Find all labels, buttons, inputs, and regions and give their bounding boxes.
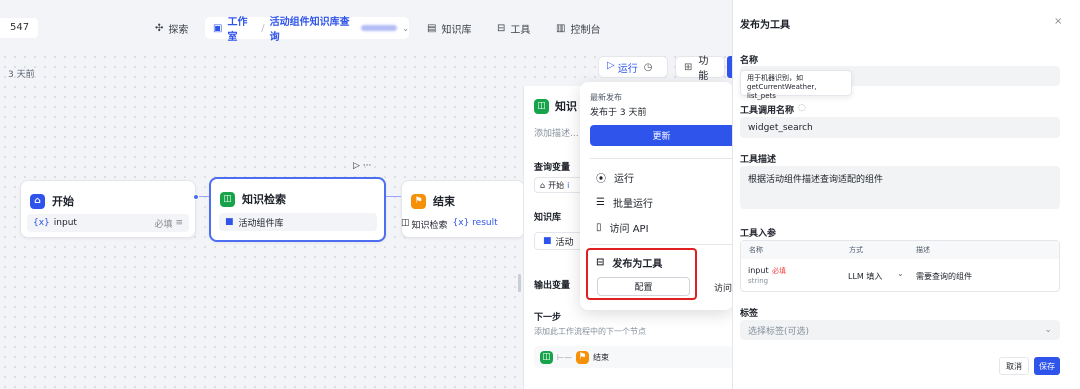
nav-console[interactable]: ▥ 控制台 — [556, 21, 600, 36]
call-name-label: 工具调用名称 ◌ — [740, 103, 806, 116]
play-circle-icon: ⦿ — [596, 173, 606, 185]
studio-icon: ▣ — [213, 22, 223, 34]
chevron-down-icon: ⌄ — [1044, 325, 1052, 335]
knowledge-retrieval-node[interactable]: ◫ 知识检索 ■ 活动组件库 — [209, 177, 386, 242]
document-icon: ▯ — [596, 221, 602, 233]
book-icon: ▤ — [427, 23, 437, 34]
name-tooltip: 用于机器识别，如 getCurrentWeather, list_pets — [740, 70, 852, 100]
table-row: input 必填 string LLM 填入 ⌄ 需要查询的组件 — [748, 266, 972, 285]
app-name: 活动组件知识库查询 — [269, 17, 350, 43]
method-select[interactable]: LLM 填入 — [848, 271, 882, 282]
last-updated: 3 天前 — [8, 70, 35, 80]
close-icon[interactable]: × — [1054, 16, 1062, 27]
menu-lines-icon: ≡ — [175, 218, 183, 228]
chevron-down-icon[interactable]: ⌄ — [897, 269, 904, 278]
list-icon: ☰ — [596, 196, 605, 208]
edge-kr-end — [386, 196, 401, 197]
menu-run[interactable]: ⦿ 运行 — [580, 165, 733, 189]
run-toolbar: ▷ 运行 ◷ — [598, 56, 668, 78]
resize-handle[interactable] — [518, 274, 521, 292]
console-icon: ▥ — [556, 23, 566, 34]
description-textarea[interactable]: 根据活动组件描述查询适配的组件 — [740, 166, 1060, 209]
book-small-icon: ◫ — [401, 218, 410, 228]
blurred-text — [360, 25, 398, 31]
tags-select[interactable]: 选择标签(可选) ⌄ — [740, 320, 1060, 340]
history-icon[interactable]: ◷ — [644, 62, 653, 73]
features-button[interactable]: ⊞ 功能 — [675, 56, 725, 82]
highlight-box — [586, 248, 697, 300]
param-desc-input[interactable]: 需要查询的组件 — [916, 271, 972, 282]
start-var-row: {x} input 必填 ≡ — [27, 214, 189, 232]
nav-knowledge[interactable]: ▤ 知识库 — [427, 21, 471, 36]
cancel-button[interactable]: 取消 — [999, 357, 1029, 375]
update-button[interactable]: 更新 — [590, 125, 733, 146]
run-button[interactable]: ▷ 运行 — [607, 60, 638, 75]
next-step-row[interactable]: ◫ ⊢— ⚑ 结束 — [534, 346, 734, 368]
help-icon[interactable]: ◌ — [798, 103, 806, 116]
app-id-tab[interactable]: 547 — [0, 18, 38, 38]
end-output-ref: ◫ 知识检索 {x} result — [401, 218, 498, 231]
flag-icon: ⚑ — [411, 193, 426, 209]
end-node[interactable]: ⚑ 结束 ◫ 知识检索 {x} result — [401, 180, 525, 238]
compass-icon: ✣ — [155, 23, 164, 34]
top-navigation-bar: 547 ✣ 探索 ▣ 工作室 / 活动组件知识库查询 ⌄ ▤ 知识库 ⊟ 工具 ▥ 控制… — [0, 0, 732, 52]
book-open-icon: ◫ — [534, 98, 549, 114]
panel-title: 发布为工具 — [740, 20, 790, 31]
play-icon: ▷ — [607, 59, 615, 71]
folder-icon: ■ — [225, 217, 234, 227]
start-node[interactable]: ⌂ 开始 {x} input 必填 ≡ — [20, 180, 199, 238]
chevron-down-icon: ⌄ — [402, 23, 409, 33]
dataset-chip: ■ 活动组件库 — [219, 213, 377, 231]
panel-desc-input[interactable]: 添加描述... — [534, 126, 579, 139]
node-actions[interactable]: ▷ ··· — [353, 161, 371, 171]
nav-studio-breadcrumb[interactable]: ▣ 工作室 / 活动组件知识库查询 ⌄ — [205, 17, 409, 43]
flag-icon: ⚑ — [575, 350, 589, 364]
home-icon: ⌂ — [30, 193, 45, 209]
start-out-port[interactable] — [193, 194, 199, 200]
params-table: 名称 方式 描述 input 必填 string LLM 填入 ⌄ 需要查询的组… — [740, 240, 1060, 292]
menu-batch-run[interactable]: ☰ 批量运行 — [580, 190, 733, 214]
nav-tools[interactable]: ⊟ 工具 — [497, 21, 530, 36]
folder-icon: ■ — [543, 236, 552, 246]
grid-icon: ⊞ — [684, 61, 693, 73]
arrow-icon: ⊢— — [557, 352, 572, 362]
toolbox-icon: ⊟ — [497, 23, 506, 34]
menu-access-api[interactable]: ▯ 访问 API — [580, 215, 733, 239]
book-open-icon: ◫ — [220, 191, 235, 207]
home-icon: ⌂ — [540, 180, 546, 190]
nav-explore[interactable]: ✣ 探索 — [155, 21, 188, 36]
save-button[interactable]: 保存 — [1034, 357, 1060, 375]
book-open-icon: ◫ — [540, 350, 553, 364]
call-name-input[interactable]: widget_search — [740, 117, 1060, 138]
params-table-header: 名称 方式 描述 — [741, 241, 1059, 259]
visit-button[interactable]: 访问 — [714, 281, 732, 294]
